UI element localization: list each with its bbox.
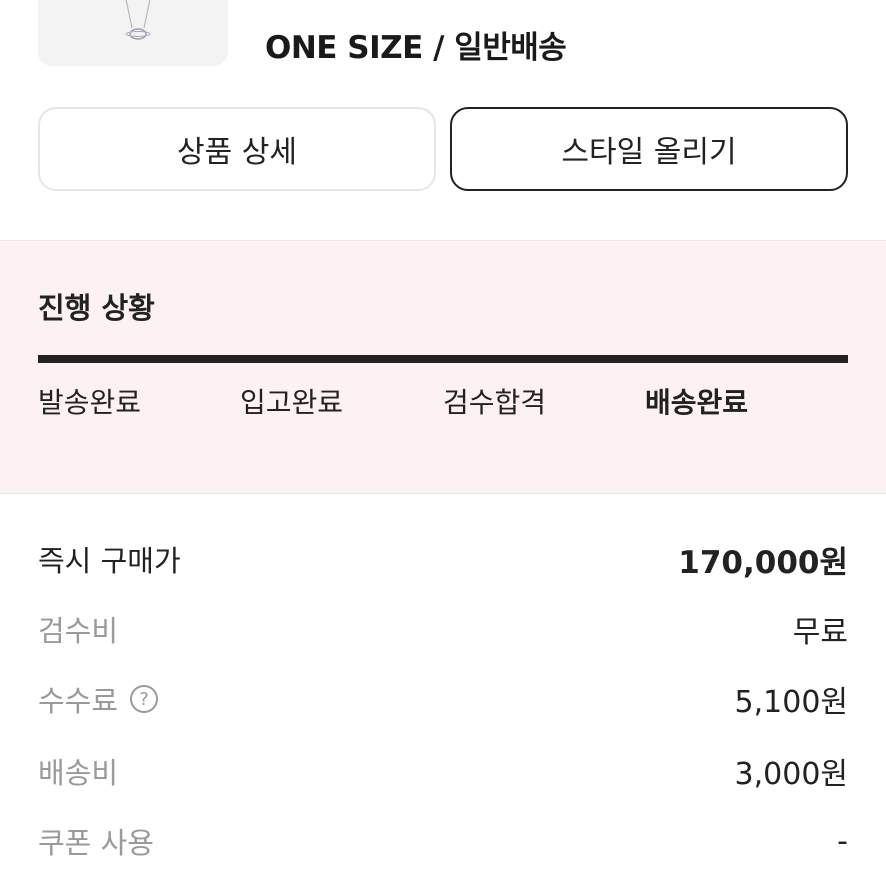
progress-step-delivered: 배송완료 bbox=[645, 386, 749, 419]
progress-section: 진행 상황 발송완료 입고완료 검수합격 배송완료 bbox=[0, 240, 886, 494]
product-detail-button[interactable]: 상품 상세 bbox=[38, 107, 436, 191]
price-label: 수수료 bbox=[38, 684, 119, 718]
price-row-commission: 수수료 ? 5,100원 bbox=[38, 674, 848, 724]
price-value: 무료 bbox=[792, 615, 848, 650]
post-style-button[interactable]: 스타일 올리기 bbox=[450, 107, 848, 191]
price-value: 5,100원 bbox=[734, 685, 848, 720]
price-label-wrap: 수수료 ? bbox=[38, 678, 159, 720]
product-option: ONE SIZE / 일반배송 bbox=[265, 30, 567, 66]
progress-step-received: 입고완료 bbox=[240, 386, 344, 419]
price-label: 즉시 구매가 bbox=[38, 544, 181, 578]
progress-step-shipped: 발송완료 bbox=[38, 386, 142, 419]
question-circle-icon[interactable]: ? bbox=[130, 685, 159, 713]
progress-step-inspected: 검수합격 bbox=[443, 386, 547, 419]
progress-bar bbox=[38, 355, 848, 363]
product-thumbnail[interactable] bbox=[38, 0, 228, 66]
price-label: 검수비 bbox=[38, 614, 119, 648]
price-row-coupon: 쿠폰 사용 - bbox=[38, 816, 848, 866]
price-row-shipping-fee: 배송비 3,000원 bbox=[38, 746, 848, 796]
price-value: 3,000원 bbox=[734, 757, 848, 792]
price-value: 170,000원 bbox=[678, 544, 848, 581]
price-row-buy-now: 즉시 구매가 170,000원 bbox=[38, 534, 848, 584]
price-label: 배송비 bbox=[38, 756, 119, 790]
necklace-icon bbox=[125, 0, 151, 40]
progress-title: 진행 상황 bbox=[38, 291, 155, 325]
price-value: - bbox=[837, 823, 848, 859]
price-row-inspection-fee: 검수비 무료 bbox=[38, 604, 848, 654]
price-label: 쿠폰 사용 bbox=[38, 826, 154, 860]
